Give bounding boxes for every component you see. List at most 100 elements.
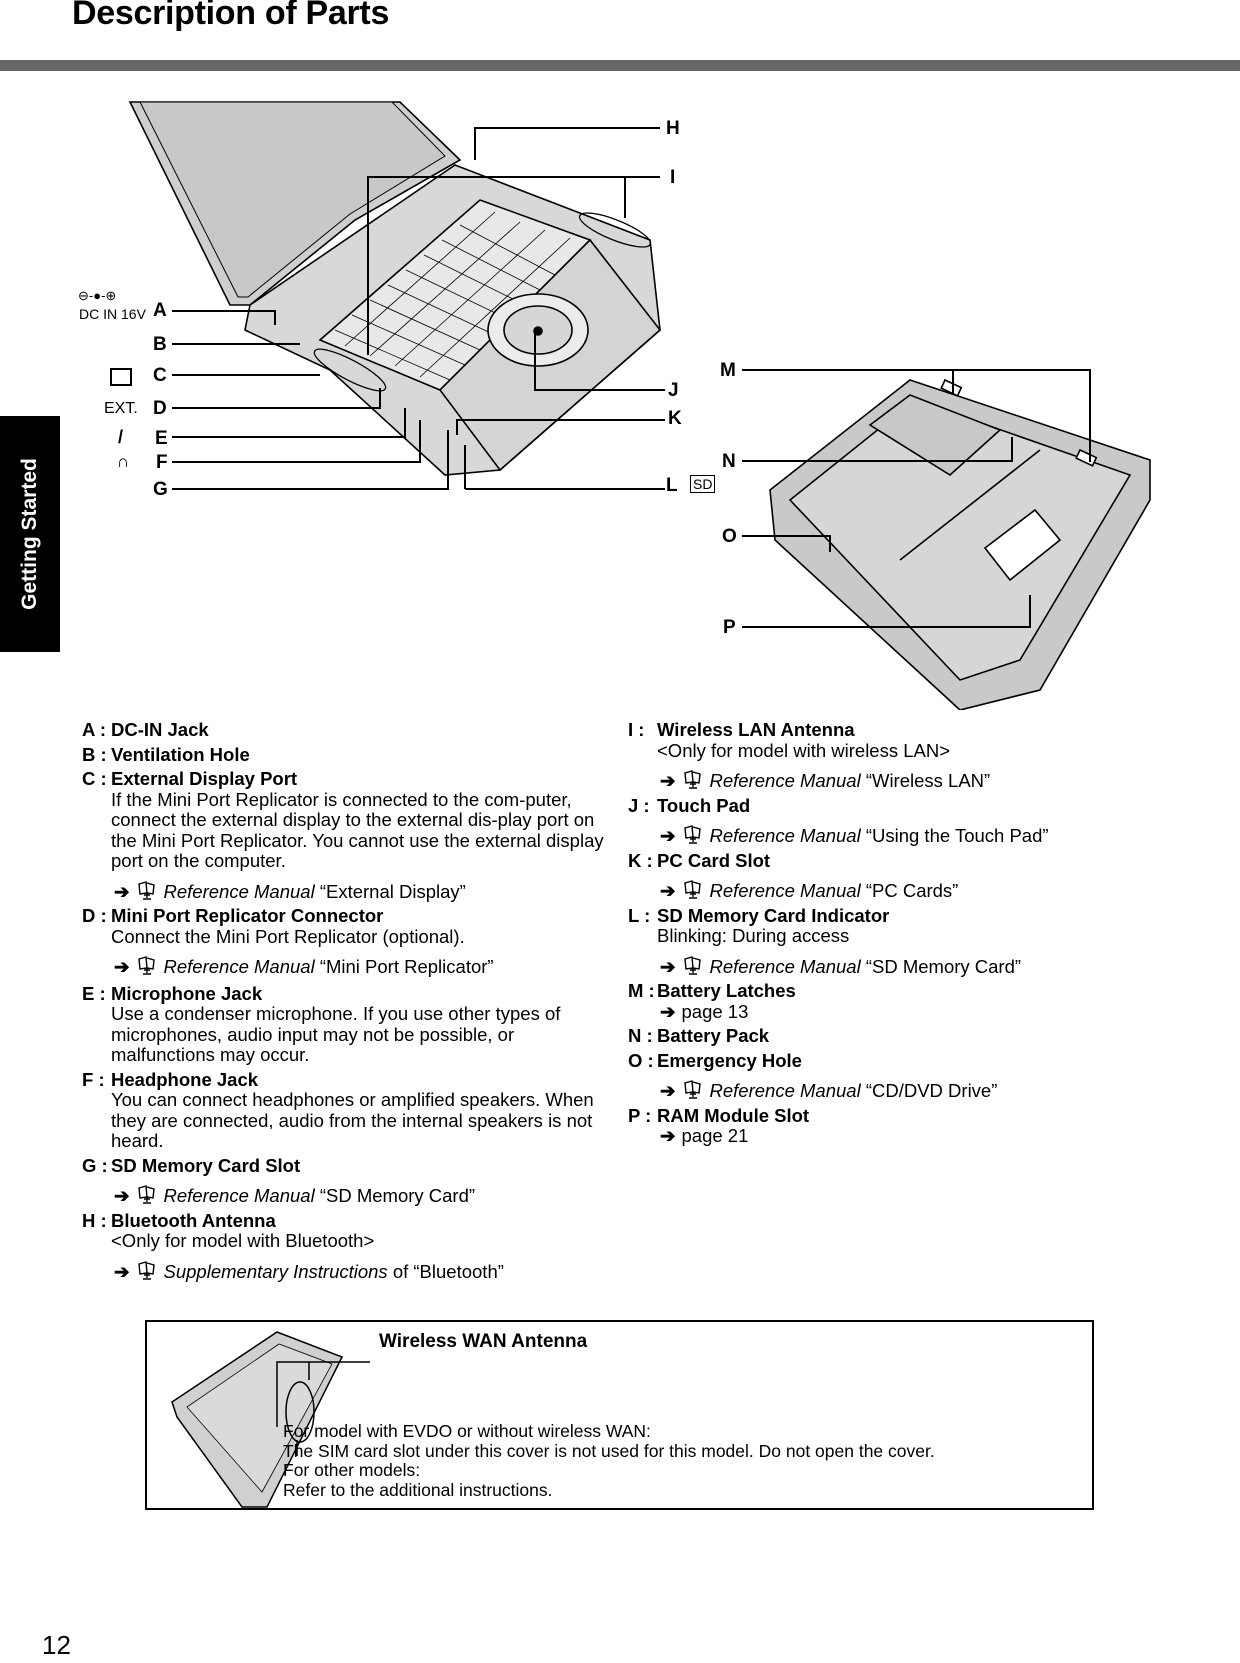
page-reference-link[interactable]: page 21 bbox=[682, 1125, 749, 1146]
manual-reference: ➔ Reference Manual “External Display” bbox=[111, 880, 612, 903]
manual-book-icon bbox=[683, 770, 701, 789]
manual-topic: “Using the Touch Pad” bbox=[865, 825, 1049, 846]
wan-note: The SIM card slot under this cover is no… bbox=[283, 1440, 935, 1461]
part-key: I : bbox=[628, 719, 645, 740]
ext-label: EXT. bbox=[104, 400, 138, 417]
wan-note: For other models: bbox=[283, 1460, 421, 1480]
part-key: J : bbox=[628, 794, 650, 816]
part-entry-p: P : RAM Module Slot ➔ page 21 bbox=[628, 1105, 1148, 1147]
manual-name: Reference Manual bbox=[163, 956, 315, 977]
part-key: O : bbox=[628, 1049, 654, 1071]
part-entry-g: G : SD Memory Card Slot ➔ Reference Manua… bbox=[82, 1154, 612, 1207]
arrow-icon: ➔ bbox=[660, 880, 676, 901]
part-entry-f: F : Headphone Jack You can connect headp… bbox=[82, 1068, 612, 1152]
callout-b: B bbox=[153, 334, 167, 355]
arrow-icon: ➔ bbox=[114, 1260, 130, 1282]
part-key: B : bbox=[82, 743, 107, 765]
dc-in-label: DC IN 16V bbox=[79, 306, 146, 322]
part-name: Mini Port Replicator Connector bbox=[111, 905, 384, 926]
part-name: SD Memory Card Indicator bbox=[657, 904, 890, 926]
callout-h: H bbox=[666, 118, 680, 139]
part-name: Battery Latches bbox=[657, 980, 796, 1001]
part-name: Microphone Jack bbox=[111, 982, 263, 1004]
part-entry-e: E : Microphone Jack Use a condenser micr… bbox=[82, 982, 612, 1066]
manual-name: Supplementary Instructions bbox=[163, 1260, 388, 1282]
manual-topic: “Wireless LAN” bbox=[865, 770, 991, 791]
part-entry-m: M : Battery Latches ➔ page 13 bbox=[628, 980, 1148, 1022]
headphone-icon: ∩ bbox=[117, 452, 130, 471]
callout-n: N bbox=[722, 451, 736, 472]
callout-p: P bbox=[723, 617, 736, 638]
part-key: A : bbox=[82, 719, 106, 740]
part-entry-a: A : DC-IN Jack bbox=[82, 719, 612, 741]
manual-book-icon bbox=[683, 825, 701, 844]
dc-polarity-icon: ⊖-●-⊕ bbox=[78, 288, 117, 303]
callout-k: K bbox=[668, 408, 682, 429]
callout-o: O bbox=[722, 526, 737, 547]
part-entry-o: O : Emergency Hole ➔ Reference Manual “CD… bbox=[628, 1049, 1148, 1102]
part-entry-c: C : External Display Port If the Mini Po… bbox=[82, 768, 612, 903]
part-name: PC Card Slot bbox=[657, 849, 771, 871]
manual-topic: “SD Memory Card” bbox=[319, 1185, 476, 1206]
part-entry-i: I : Wireless LAN Antenna <Only for model… bbox=[628, 719, 1148, 792]
wan-note: For model with EVDO or without wireless … bbox=[283, 1421, 651, 1441]
callout-c: C bbox=[153, 365, 167, 386]
arrow-icon: ➔ bbox=[660, 1125, 676, 1146]
part-name: Emergency Hole bbox=[657, 1049, 802, 1071]
manual-book-icon bbox=[137, 1260, 155, 1280]
manual-topic: “CD/DVD Drive” bbox=[865, 1080, 998, 1101]
part-key: F : bbox=[82, 1068, 105, 1090]
part-description: <Only for model with wireless LAN> bbox=[657, 739, 951, 761]
callout-g: G bbox=[153, 479, 168, 500]
manual-reference: ➔ Supplementary Instructions of “Bluetoot… bbox=[111, 1260, 612, 1283]
part-entry-k: K : PC Card Slot ➔ Reference Manual “PC C… bbox=[628, 849, 1148, 902]
part-description: <Only for model with Bluetooth> bbox=[111, 1230, 375, 1251]
wireless-wan-box: Wireless WAN Antenna For model with EVDO… bbox=[145, 1320, 1094, 1510]
microphone-icon: / bbox=[118, 427, 124, 447]
part-description: Connect the Mini Port Replicator (option… bbox=[111, 925, 465, 947]
manual-book-icon bbox=[137, 880, 155, 900]
part-entry-b: B : Ventilation Hole bbox=[82, 743, 612, 766]
page-reference-link[interactable]: page 13 bbox=[682, 1001, 749, 1022]
manual-name: Reference Manual bbox=[709, 770, 861, 791]
arrow-icon: ➔ bbox=[660, 1080, 676, 1101]
part-key: M : bbox=[628, 980, 655, 1001]
part-entry-j: J : Touch Pad ➔ Reference Manual “Using t… bbox=[628, 794, 1148, 847]
callout-f: F bbox=[156, 452, 168, 473]
part-description: You can connect headphones or amplified … bbox=[111, 1089, 594, 1151]
manual-name: Reference Manual bbox=[709, 880, 861, 901]
manual-name: Reference Manual bbox=[163, 1185, 315, 1206]
manual-reference: ➔ Reference Manual “PC Cards” bbox=[657, 880, 1148, 902]
manual-reference: ➔ Reference Manual “Wireless LAN” bbox=[657, 770, 1148, 792]
part-key: H : bbox=[82, 1209, 107, 1231]
manual-reference: ➔ Reference Manual “Mini Port Replicator” bbox=[111, 956, 612, 978]
manual-name: Reference Manual bbox=[163, 880, 315, 902]
wan-notes: For model with EVDO or without wireless … bbox=[283, 1421, 935, 1500]
arrow-icon: ➔ bbox=[660, 1000, 676, 1022]
callout-a: A bbox=[153, 300, 167, 321]
part-name: SD Memory Card Slot bbox=[111, 1154, 301, 1176]
arrow-icon: ➔ bbox=[114, 1185, 130, 1206]
callout-d: D bbox=[153, 398, 167, 419]
part-key: G : bbox=[82, 1154, 108, 1176]
manual-reference: ➔ Reference Manual “Using the Touch Pad” bbox=[657, 825, 1148, 847]
arrow-icon: ➔ bbox=[114, 880, 130, 902]
wan-antenna-label: Wireless WAN Antenna bbox=[379, 1331, 588, 1352]
part-description: If the Mini Port Replicator is connected… bbox=[111, 788, 604, 871]
header-rule bbox=[0, 60, 1240, 71]
page-number: 12 bbox=[42, 1630, 71, 1660]
manual-name: Reference Manual bbox=[709, 955, 861, 977]
part-key: C : bbox=[82, 768, 107, 789]
manual-name: Reference Manual bbox=[709, 825, 861, 846]
arrow-icon: ➔ bbox=[660, 825, 676, 846]
part-key: E : bbox=[82, 982, 106, 1004]
part-name: DC-IN Jack bbox=[111, 719, 209, 740]
sd-indicator-icon: SD bbox=[690, 475, 716, 493]
part-entry-l: L : SD Memory Card Indicator Blinking: D… bbox=[628, 904, 1148, 978]
callout-m: M bbox=[720, 360, 736, 381]
part-name: Bluetooth Antenna bbox=[111, 1209, 276, 1231]
part-key: K : bbox=[628, 849, 653, 871]
manual-reference: ➔ Reference Manual “SD Memory Card” bbox=[657, 955, 1148, 978]
arrow-icon: ➔ bbox=[660, 955, 676, 977]
manual-topic: of “Bluetooth” bbox=[392, 1260, 504, 1282]
